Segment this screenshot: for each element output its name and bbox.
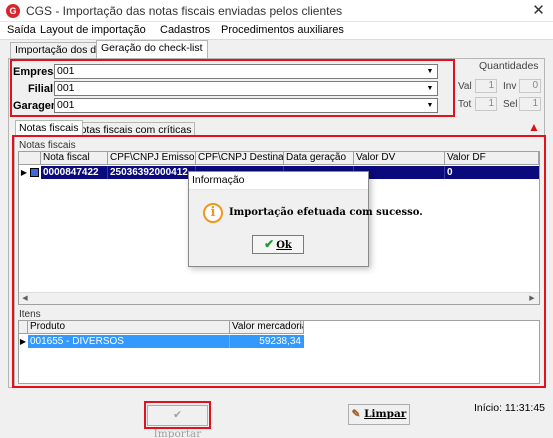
limpar-label: Limpar (364, 408, 407, 420)
checkmark-icon: ✔ (173, 409, 182, 421)
information-dialog: Informação i Importação efetuada com suc… (188, 171, 423, 267)
row-checkbox[interactable] (30, 168, 39, 177)
tab-notas-fiscais[interactable]: Notas fiscais (15, 120, 83, 137)
grid-corner (19, 321, 28, 334)
row-pointer-icon: ▶ (20, 168, 28, 177)
menu-item-saida[interactable]: Saída (7, 24, 36, 36)
window-title: CGS - Importação das notas fiscais envia… (26, 4, 343, 18)
ok-label: Ok (276, 240, 292, 251)
dialog-title: Informação (189, 172, 368, 190)
chevron-down-icon: ▼ (426, 68, 434, 75)
table-row[interactable]: ▶ 001655 - DIVERSOS 59238,34 (19, 335, 304, 348)
scroll-left-icon[interactable]: ◀ (19, 293, 31, 304)
scroll-right-icon[interactable]: ▶ (526, 293, 538, 304)
title-bar: G CGS - Importação das notas fiscais env… (0, 0, 553, 22)
val-count: 1 (475, 79, 497, 93)
filial-value: 001 (57, 82, 75, 94)
dialog-message: Importação efetuada com sucesso. (229, 207, 423, 218)
column-header[interactable]: Nota fiscal (41, 152, 108, 165)
cell-valor-mercadoria[interactable]: 59238,34 (230, 335, 304, 348)
column-header[interactable]: Valor DF (445, 152, 539, 165)
column-header[interactable]: CPF\CNPJ Destinatário (196, 152, 284, 165)
garagem-label: Garagem (13, 100, 61, 112)
ok-button[interactable]: ✔ Ok (252, 235, 304, 254)
column-header[interactable]: CPF\CNPJ Emissor (108, 152, 196, 165)
empresa-label: Empresa (13, 66, 60, 78)
quantidades-title: Quantidades (479, 60, 539, 72)
sel-label: Sel (503, 99, 518, 110)
inicio-timestamp: Início: 11:31:45 (474, 402, 546, 414)
cell-produto[interactable]: 001655 - DIVERSOS (28, 335, 230, 348)
broom-icon: ✎ (351, 408, 361, 420)
row-pointer-icon: ▶ (19, 337, 27, 346)
menu-item-layout[interactable]: Layout de importação (40, 24, 146, 36)
cell-nota-fiscal[interactable]: 0000847422 (41, 166, 108, 179)
tot-label: Tot (458, 99, 472, 110)
itens-grid: Produto Valor mercadoria ▶ 001655 - DIVE… (18, 320, 540, 384)
column-header[interactable]: Produto (28, 321, 230, 334)
empresa-value: 001 (57, 65, 75, 77)
checkmark-icon: ✔ (264, 237, 275, 251)
dialog-body: i Importação efetuada com sucesso. ✔ Ok (189, 190, 423, 266)
arrow-up-icon[interactable]: ▲ (528, 121, 540, 133)
filial-select[interactable]: 001 ▼ (54, 81, 438, 96)
chevron-down-icon: ▼ (426, 102, 434, 109)
inv-count: 0 (519, 79, 541, 93)
empresa-select[interactable]: 001 ▼ (54, 64, 438, 79)
tot-count: 1 (475, 97, 497, 111)
garagem-value: 001 (57, 99, 75, 111)
importar-button[interactable]: ✔ Importar (147, 405, 208, 438)
info-icon: i (203, 203, 223, 223)
limpar-button[interactable]: ✎ Limpar (348, 404, 410, 425)
sel-count: 1 (519, 97, 541, 111)
filial-label: Filial (27, 83, 53, 95)
inv-label: Inv (503, 81, 517, 92)
importar-label: Importar (153, 428, 202, 438)
menu-bar: Saída Layout de importação Cadastros Pro… (0, 22, 553, 40)
quantidades-group: Quantidades Val 1 Inv 0 Tot 1 Sel 1 (455, 60, 545, 116)
menu-item-procedimentos[interactable]: Procedimentos auxiliares (221, 24, 344, 36)
close-window-button[interactable]: ✕ (524, 0, 553, 22)
column-header[interactable]: Valor DV (354, 152, 445, 165)
column-header[interactable]: Data geração (284, 152, 354, 165)
menu-item-cadastros[interactable]: Cadastros (160, 24, 210, 36)
chevron-down-icon: ▼ (426, 85, 434, 92)
column-header[interactable]: Valor mercadoria (230, 321, 304, 334)
val-label: Val (458, 81, 472, 92)
cell-valor-df[interactable]: 0 (445, 166, 539, 179)
notas-fiscais-caption: Notas fiscais (19, 140, 76, 151)
horizontal-scrollbar[interactable]: ◀ ▶ (19, 292, 539, 304)
tab-geracao-checklist[interactable]: Geração do check-list (96, 40, 208, 58)
app-logo-icon: G (6, 4, 20, 18)
itens-caption: Itens (19, 309, 41, 320)
garagem-select[interactable]: 001 ▼ (54, 98, 438, 113)
cell-cpf-emissor[interactable]: 25036392000412 (108, 166, 196, 179)
grid-corner (19, 152, 41, 165)
